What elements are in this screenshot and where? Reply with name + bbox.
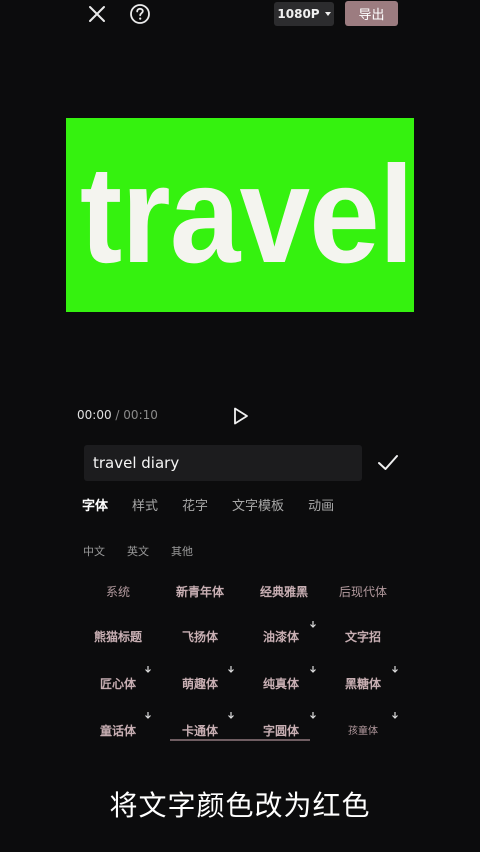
chevron-down-icon: [324, 12, 331, 16]
font-option[interactable]: 匠心体: [78, 675, 158, 692]
font-option[interactable]: 萌趣体: [160, 675, 240, 692]
playback-time: 00:00 / 00:10: [77, 408, 158, 422]
font-option[interactable]: 新青年体: [160, 583, 240, 600]
font-option[interactable]: 卡通体: [160, 722, 240, 739]
font-option[interactable]: 系统: [78, 583, 158, 600]
video-preview[interactable]: travel: [66, 118, 414, 312]
font-option[interactable]: 黑糖体: [323, 675, 403, 692]
download-icon: [228, 712, 234, 719]
font-option[interactable]: 油漆体: [241, 628, 321, 645]
font-option[interactable]: 飞扬体: [160, 628, 240, 645]
instruction-caption: 将文字颜色改为红色: [109, 789, 371, 822]
font-option[interactable]: 孩童体: [323, 722, 403, 737]
download-icon: [145, 666, 151, 673]
confirm-check-icon[interactable]: [376, 452, 400, 474]
help-icon[interactable]: [126, 0, 154, 28]
tab-fancy-text[interactable]: 花字: [182, 495, 208, 514]
duration-time: 00:10: [123, 408, 158, 422]
download-icon: [228, 666, 234, 673]
download-icon: [310, 666, 316, 673]
text-input-field[interactable]: travel diary: [84, 445, 362, 481]
download-icon: [392, 712, 398, 719]
tab-text-template[interactable]: 文字模板: [232, 495, 284, 514]
tab-font[interactable]: 字体: [82, 495, 108, 514]
font-option[interactable]: 后现代体: [323, 583, 403, 600]
play-icon[interactable]: [229, 405, 251, 427]
divider: [170, 739, 310, 741]
export-button[interactable]: 导出: [345, 1, 398, 26]
resolution-select[interactable]: 1080P: [274, 2, 334, 26]
download-icon: [392, 666, 398, 673]
time-separator: /: [115, 408, 120, 422]
subtab-other[interactable]: 其他: [171, 543, 193, 559]
subtab-english[interactable]: 英文: [127, 543, 149, 559]
close-icon[interactable]: [83, 0, 111, 28]
font-option[interactable]: 经典雅黑: [244, 583, 324, 600]
font-language-tabs: 中文 英文 其他: [83, 543, 215, 559]
resolution-label: 1080P: [277, 7, 320, 21]
font-option[interactable]: 童话体: [78, 722, 158, 739]
text-input-value: travel diary: [93, 454, 180, 472]
download-icon: [310, 621, 316, 628]
current-time: 00:00: [77, 408, 112, 422]
font-option[interactable]: 纯真体: [241, 675, 321, 692]
tab-style[interactable]: 样式: [132, 495, 158, 514]
subtab-chinese[interactable]: 中文: [83, 543, 105, 559]
text-style-tabs: 字体 样式 花字 文字模板 动画: [82, 495, 358, 514]
tab-animation[interactable]: 动画: [308, 495, 334, 514]
preview-text-overlay[interactable]: travel: [80, 140, 414, 290]
font-option[interactable]: 字圆体: [241, 722, 321, 739]
font-option[interactable]: 熊猫标题: [78, 628, 158, 645]
download-icon: [310, 712, 316, 719]
font-option[interactable]: 文字招: [323, 628, 403, 645]
download-icon: [145, 712, 151, 719]
